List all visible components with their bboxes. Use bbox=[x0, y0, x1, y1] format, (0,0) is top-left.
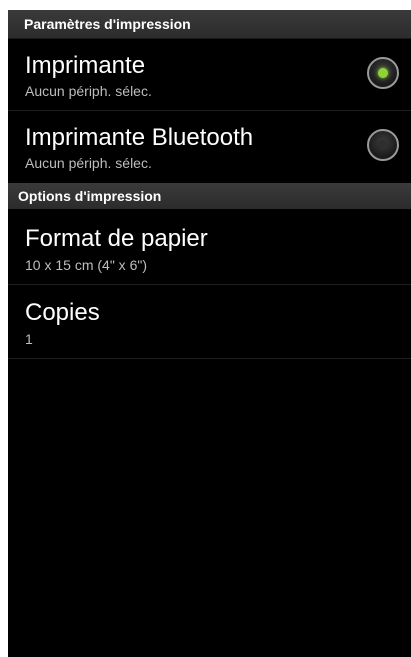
setting-subtitle: Aucun périph. sélec. bbox=[25, 83, 152, 99]
setting-row-paper-format[interactable]: Format de papier 10 x 15 cm (4" x 6") bbox=[8, 209, 411, 285]
setting-title: Format de papier bbox=[25, 225, 208, 252]
setting-title: Copies bbox=[25, 299, 100, 326]
settings-screen: Paramètres d'impression Imprimante Aucun… bbox=[8, 10, 411, 657]
section-header-print-options: Options d'impression bbox=[8, 183, 411, 209]
setting-row-copies[interactable]: Copies 1 bbox=[8, 285, 411, 359]
setting-row-bluetooth-printer[interactable]: Imprimante Bluetooth Aucun périph. sélec… bbox=[8, 111, 411, 183]
printer-radio-button[interactable] bbox=[367, 57, 399, 89]
setting-subtitle: 1 bbox=[25, 331, 33, 347]
setting-title: Imprimante Bluetooth bbox=[25, 124, 254, 151]
radio-unselected-dot-icon bbox=[378, 140, 388, 150]
setting-title: Imprimante bbox=[25, 52, 146, 79]
setting-row-printer[interactable]: Imprimante Aucun périph. sélec. bbox=[8, 39, 411, 111]
bluetooth-printer-radio-button[interactable] bbox=[367, 129, 399, 161]
setting-subtitle: 10 x 15 cm (4" x 6") bbox=[25, 257, 147, 273]
section-header-print-settings: Paramètres d'impression bbox=[8, 10, 411, 39]
setting-subtitle: Aucun périph. sélec. bbox=[25, 155, 152, 171]
radio-selected-dot-icon bbox=[378, 68, 388, 78]
